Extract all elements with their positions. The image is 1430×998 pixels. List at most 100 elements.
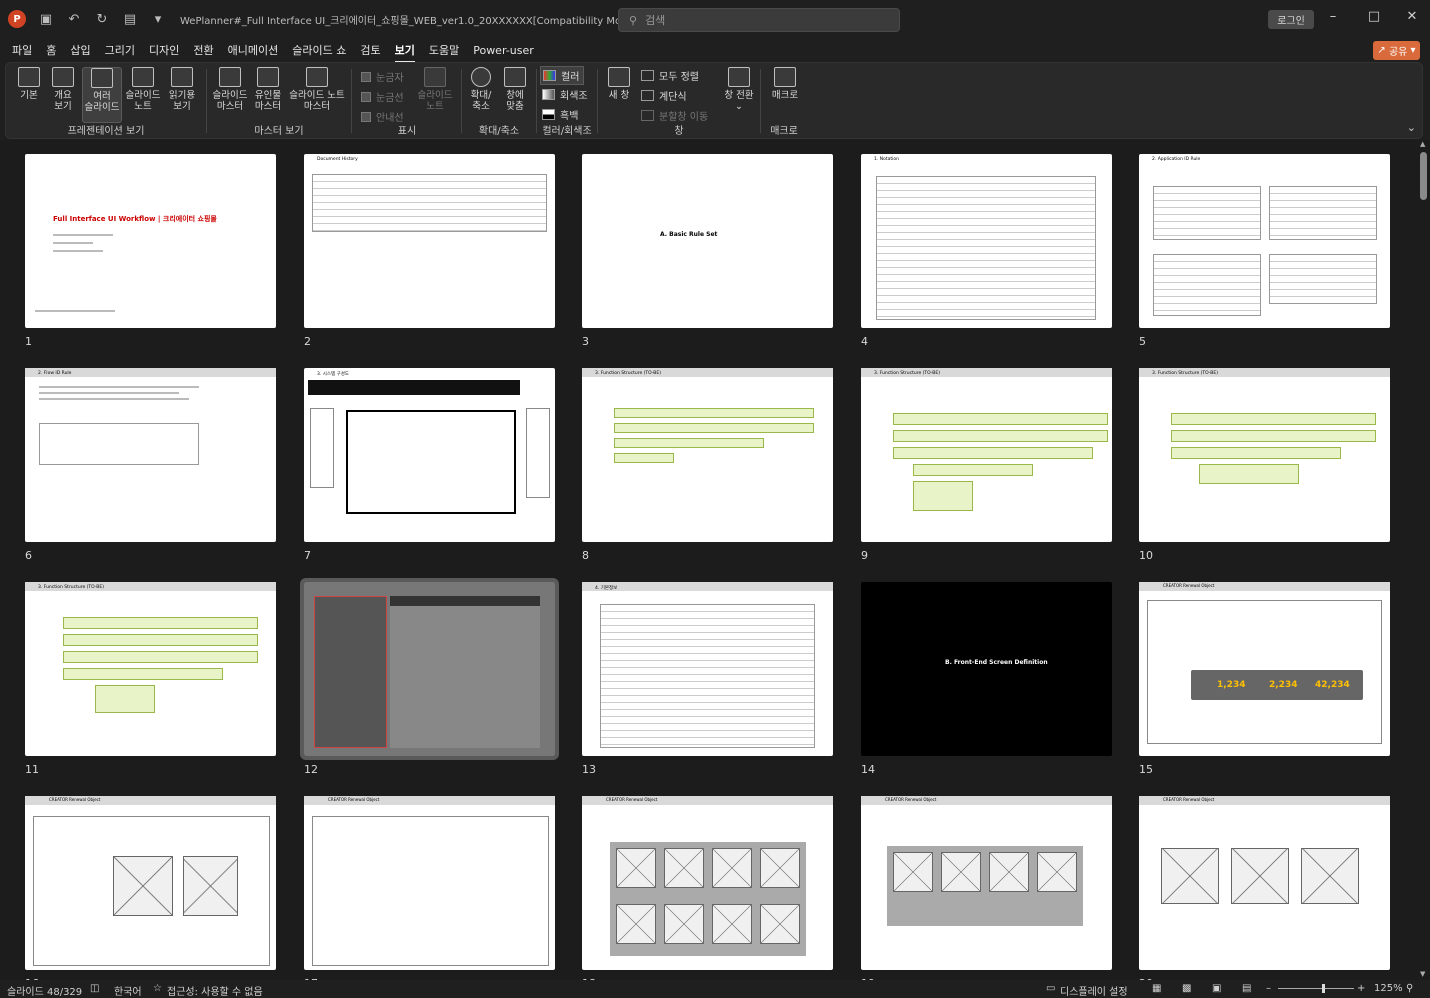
slide-thumbnail[interactable]: 4. 기본정보 <box>582 582 833 756</box>
share-button[interactable]: ↗ 공유 ▾ <box>1373 41 1420 60</box>
move-split-button[interactable]: 분할창 이동 <box>641 108 708 123</box>
slide-thumbnail[interactable]: 3. Function Structure (TO-BE) <box>1139 368 1390 542</box>
tab-review[interactable]: 검토 <box>360 42 380 58</box>
slide-thumbnail[interactable]: 3. 시스템 구성도 <box>304 368 555 542</box>
fit-slide-icon[interactable]: ⚲ <box>1406 983 1413 994</box>
login-button[interactable]: 로그인 <box>1268 10 1314 29</box>
present-icon[interactable]: ▤ <box>122 12 138 27</box>
slide-thumbnail[interactable]: 3. Function Structure (TO-BE) <box>25 582 276 756</box>
slide-sorter-status-icon[interactable]: ▩ <box>1182 983 1191 994</box>
outline-view-button[interactable]: 개요 보기 <box>48 67 78 112</box>
slide-thumbnail[interactable]: CREATOR Renewal Object <box>861 796 1112 970</box>
zoom-slider[interactable] <box>1278 988 1354 989</box>
notes-master-button[interactable]: 슬라이드 노트 마스터 <box>286 67 348 112</box>
redo-icon[interactable]: ↻ <box>94 12 110 27</box>
undo-icon[interactable]: ↶ <box>66 12 82 27</box>
image-placeholder <box>664 904 704 944</box>
function-row <box>614 438 764 448</box>
cascade-button[interactable]: 계단식 <box>641 88 687 103</box>
tab-insert[interactable]: 삽입 <box>70 42 90 58</box>
zoom-slider-handle[interactable] <box>1322 984 1325 993</box>
tab-view[interactable]: 보기 <box>394 42 416 63</box>
arrange-all-button[interactable]: 모두 정렬 <box>641 68 699 83</box>
slide-thumbnail[interactable]: 2. Flow ID Rule <box>25 368 276 542</box>
reading-view-button[interactable]: 읽기용 보기 <box>164 67 200 112</box>
maximize-icon[interactable]: □ <box>1364 9 1384 24</box>
fit-to-window-button[interactable]: 창에 맞춤 <box>499 67 531 112</box>
display-settings-button[interactable]: 디스플레이 설정 <box>1060 983 1128 998</box>
search-box[interactable]: ⚲ 검색 <box>618 8 900 32</box>
slide-thumbnail[interactable]: 3. Function Structure (TO-BE) <box>582 368 833 542</box>
collapse-ribbon-icon[interactable]: ⌄ <box>1407 121 1416 134</box>
slide-thumbnail[interactable]: B. Front-End Screen Definition <box>861 582 1112 756</box>
slide-thumbnail[interactable]: CREATOR Renewal Object <box>304 796 555 970</box>
zoom-out-icon[interactable]: – <box>1266 983 1271 994</box>
slide-title: CREATOR Renewal Object <box>606 797 658 802</box>
tab-help[interactable]: 도움말 <box>429 42 459 58</box>
slide-thumbnail[interactable]: CREATOR Renewal Object <box>25 796 276 970</box>
tab-home[interactable]: 홈 <box>46 42 56 58</box>
notes-button[interactable]: 슬라이드 노트 <box>415 67 455 112</box>
slide-title: 2. Application ID Rule <box>1152 157 1201 162</box>
vertical-scrollbar[interactable]: ▲ ▼ <box>1418 140 1430 980</box>
slide-master-button[interactable]: 슬라이드 마스터 <box>210 67 250 112</box>
switch-windows-button[interactable]: 창 전환 ⌄ <box>721 67 757 112</box>
tab-transitions[interactable]: 전환 <box>193 42 213 58</box>
color-button[interactable]: 컬러 <box>540 66 585 85</box>
slide-thumbnail[interactable]: CREATOR Renewal Object 1,234 2,234 42,23… <box>1139 582 1390 756</box>
black-white-button[interactable]: 흑백 <box>542 107 578 122</box>
tab-animations[interactable]: 애니메이션 <box>228 42 279 58</box>
tab-file[interactable]: 파일 <box>12 42 32 58</box>
slide-thumbnail[interactable]: 3. Function Structure (TO-BE) <box>861 368 1112 542</box>
group-presentation-views: 기본 개요 보기 여러 슬라이드 슬라이드 노트 읽기용 보기 프레젠테이션 보… <box>6 63 206 139</box>
normal-view-button[interactable]: 기본 <box>14 67 44 101</box>
slide-thumbnail-selected[interactable] <box>300 578 559 760</box>
slide-thumbnail[interactable]: 1. Notation <box>861 154 1112 328</box>
slide-thumbnail[interactable]: Full Interface UI Workflow | 크리에이터 쇼핑몰 <box>25 154 276 328</box>
normal-view-status-icon[interactable]: ▦ <box>1152 983 1161 994</box>
customize-qat-icon[interactable]: ▾ <box>150 12 166 27</box>
macros-button[interactable]: 매크로 <box>768 67 802 101</box>
zoom-button[interactable]: 확대/ 축소 <box>465 67 497 112</box>
grayscale-button[interactable]: 회색조 <box>542 87 588 102</box>
zoom-level[interactable]: 125% <box>1374 983 1403 994</box>
notes-master-icon <box>306 67 328 87</box>
new-window-button[interactable]: 새 창 <box>603 67 635 101</box>
accessibility-status[interactable]: 접근성: 사용할 수 없음 <box>167 983 263 998</box>
reading-view-status-icon[interactable]: ▣ <box>1212 983 1221 994</box>
minimize-icon[interactable]: – <box>1323 9 1343 24</box>
tab-power-user[interactable]: Power-user <box>473 44 534 57</box>
notes-page-button[interactable]: 슬라이드 노트 <box>124 67 162 112</box>
function-row <box>614 408 814 418</box>
gridlines-checkbox[interactable]: 눈금선 <box>361 89 404 104</box>
tab-slideshow[interactable]: 슬라이드 쇼 <box>292 42 346 58</box>
slide-master-icon <box>219 67 241 87</box>
language-indicator[interactable]: 한국어 <box>114 983 142 998</box>
slide-title: CREATOR Renewal Object <box>1163 797 1215 802</box>
side-box <box>310 408 334 488</box>
notes-master-label: 슬라이드 노트 마스터 <box>289 90 345 112</box>
save-icon[interactable]: ▣ <box>38 12 54 27</box>
slide-thumbnail[interactable]: CREATOR Renewal Object <box>1139 796 1390 970</box>
slide-number: 14 <box>861 763 875 776</box>
close-icon[interactable]: ✕ <box>1402 9 1422 24</box>
function-row <box>95 685 155 713</box>
slide-sorter-button[interactable]: 여러 슬라이드 <box>82 67 122 123</box>
zoom-in-icon[interactable]: + <box>1357 983 1365 994</box>
color-label: 컬러 <box>561 72 580 83</box>
slide-thumbnail[interactable]: CREATOR Renewal Object <box>582 796 833 970</box>
slide-thumbnail[interactable]: 2. Application ID Rule <box>1139 154 1390 328</box>
tab-draw[interactable]: 그리기 <box>105 42 135 58</box>
scroll-up-icon[interactable]: ▲ <box>1420 140 1425 148</box>
image-placeholder <box>760 904 800 944</box>
slide-sorter-label: 여러 슬라이드 <box>84 91 120 113</box>
ruler-checkbox[interactable]: 눈금자 <box>361 69 404 84</box>
spellcheck-icon[interactable]: ◫ <box>90 983 99 994</box>
scroll-down-icon[interactable]: ▼ <box>1420 970 1425 978</box>
handout-master-button[interactable]: 유인물 마스터 <box>252 67 284 112</box>
slide-thumbnail[interactable]: Document History <box>304 154 555 328</box>
slide-thumbnail[interactable]: A. Basic Rule Set <box>582 154 833 328</box>
slideshow-status-icon[interactable]: ▤ <box>1242 983 1251 994</box>
scrollbar-thumb[interactable] <box>1420 152 1427 200</box>
tab-design[interactable]: 디자인 <box>149 42 179 58</box>
